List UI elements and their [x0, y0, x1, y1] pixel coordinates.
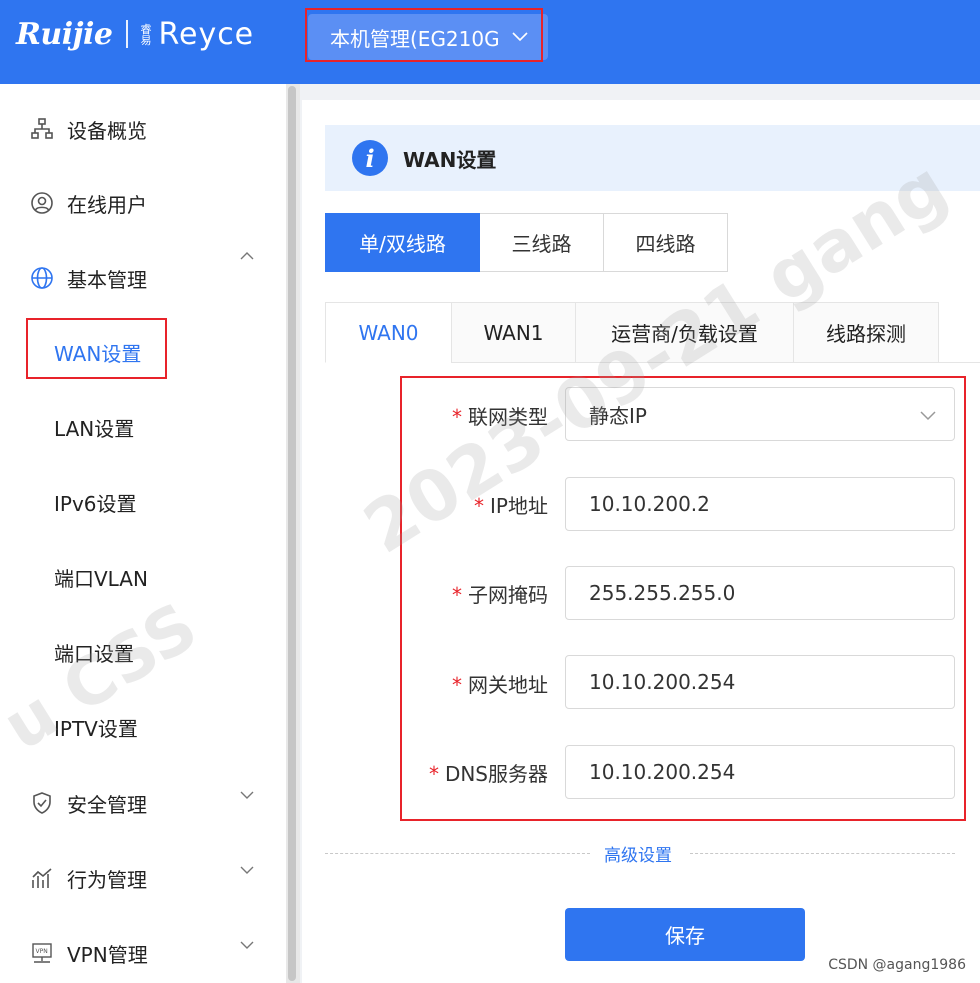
- sidebar: 设备概览 在线用户 基本管理 WAN设置 LAN设置 IPv6设置 端口VLAN…: [0, 84, 286, 983]
- ip-address-input[interactable]: 10.10.200.2: [565, 477, 955, 531]
- scrollbar-thumb[interactable]: [288, 86, 296, 981]
- dns-input[interactable]: 10.10.200.254: [565, 745, 955, 799]
- sidebar-subitem-iptv[interactable]: IPTV设置: [54, 707, 138, 747]
- page-title: WAN设置: [403, 148, 497, 172]
- sidebar-item-device-overview[interactable]: 设备概览: [0, 104, 286, 154]
- sidebar-item-behavior-management[interactable]: 行为管理: [0, 853, 286, 903]
- advanced-settings-link[interactable]: 高级设置: [604, 841, 672, 866]
- chevron-down-icon: [512, 32, 528, 42]
- sidebar-item-security-management[interactable]: 安全管理: [0, 778, 286, 828]
- divider-right: [690, 853, 955, 854]
- svg-text:VPN: VPN: [36, 948, 48, 955]
- sidebar-subitem-ipv6[interactable]: IPv6设置: [54, 482, 137, 522]
- tab-wan1[interactable]: WAN1: [451, 302, 576, 363]
- top-bar: Ruijie 睿易 Reyce 本机管理(EG210G: [0, 0, 980, 84]
- ip-address-label: * IP地址: [474, 494, 548, 518]
- connection-type-select[interactable]: 静态IP: [565, 387, 955, 441]
- connection-type-value: 静态IP: [589, 403, 647, 428]
- info-icon: i: [352, 140, 388, 176]
- chevron-up-icon: [240, 252, 254, 260]
- gateway-label: * 网关地址: [452, 673, 548, 697]
- connection-type-label: * 联网类型: [452, 405, 548, 429]
- shield-check-icon: [30, 791, 54, 815]
- chevron-down-icon: [240, 866, 254, 874]
- save-button[interactable]: 保存: [565, 908, 805, 961]
- tab-underline: [939, 362, 980, 363]
- dns-label: * DNS服务器: [428, 762, 548, 786]
- sidebar-subitem-port-vlan[interactable]: 端口VLAN: [54, 557, 148, 597]
- sidebar-item-label: 在线用户: [67, 192, 147, 217]
- line-mode-triple[interactable]: 三线路: [480, 213, 604, 272]
- gateway-input[interactable]: 10.10.200.254: [565, 655, 955, 709]
- sidebar-item-online-users[interactable]: 在线用户: [0, 178, 286, 228]
- line-mode-quad[interactable]: 四线路: [603, 213, 728, 272]
- globe-icon: [30, 266, 54, 290]
- chevron-down-icon: [920, 411, 936, 421]
- chevron-down-icon: [240, 941, 254, 949]
- brand-logo: Ruijie 睿易 Reyce: [16, 14, 254, 54]
- sidebar-subitem-wan[interactable]: WAN设置: [54, 332, 141, 372]
- footer-credit: CSDN @agang1986: [828, 957, 966, 973]
- sidebar-item-label: 设备概览: [67, 118, 147, 143]
- tab-wan0[interactable]: WAN0: [325, 302, 452, 363]
- chart-icon: [30, 866, 54, 890]
- chevron-down-icon: [240, 791, 254, 799]
- logo-divider: [126, 20, 129, 48]
- divider-left: [325, 853, 590, 854]
- sidebar-item-label: 基本管理: [67, 267, 147, 292]
- tab-line-detection[interactable]: 线路探测: [793, 302, 939, 363]
- sidebar-item-label: VPN管理: [67, 942, 148, 967]
- line-mode-single-dual[interactable]: 单/双线路: [325, 213, 480, 272]
- tab-isp-load[interactable]: 运营商/负载设置: [575, 302, 794, 363]
- subnet-mask-label: * 子网掩码: [452, 583, 548, 607]
- sidebar-scrollbar[interactable]: [286, 84, 300, 983]
- sidebar-item-label: 行为管理: [67, 867, 147, 892]
- sidebar-item-basic-management[interactable]: 基本管理: [0, 252, 286, 303]
- topology-icon: [30, 117, 54, 141]
- user-circle-icon: [30, 191, 54, 215]
- vpn-icon: VPN: [30, 941, 54, 965]
- sidebar-item-vpn-management[interactable]: VPN VPN管理: [0, 928, 286, 978]
- device-select-value: 本机管理(EG210G: [330, 26, 500, 51]
- subnet-mask-input[interactable]: 255.255.255.0: [565, 566, 955, 620]
- sidebar-subitem-port-settings[interactable]: 端口设置: [54, 632, 134, 672]
- reyce-logo: 睿易 Reyce: [140, 16, 255, 52]
- device-management-select[interactable]: 本机管理(EG210G: [308, 14, 548, 60]
- ruijie-logo: Ruijie: [16, 16, 113, 52]
- sidebar-subitem-lan[interactable]: LAN设置: [54, 407, 134, 447]
- sidebar-item-label: 安全管理: [67, 792, 147, 817]
